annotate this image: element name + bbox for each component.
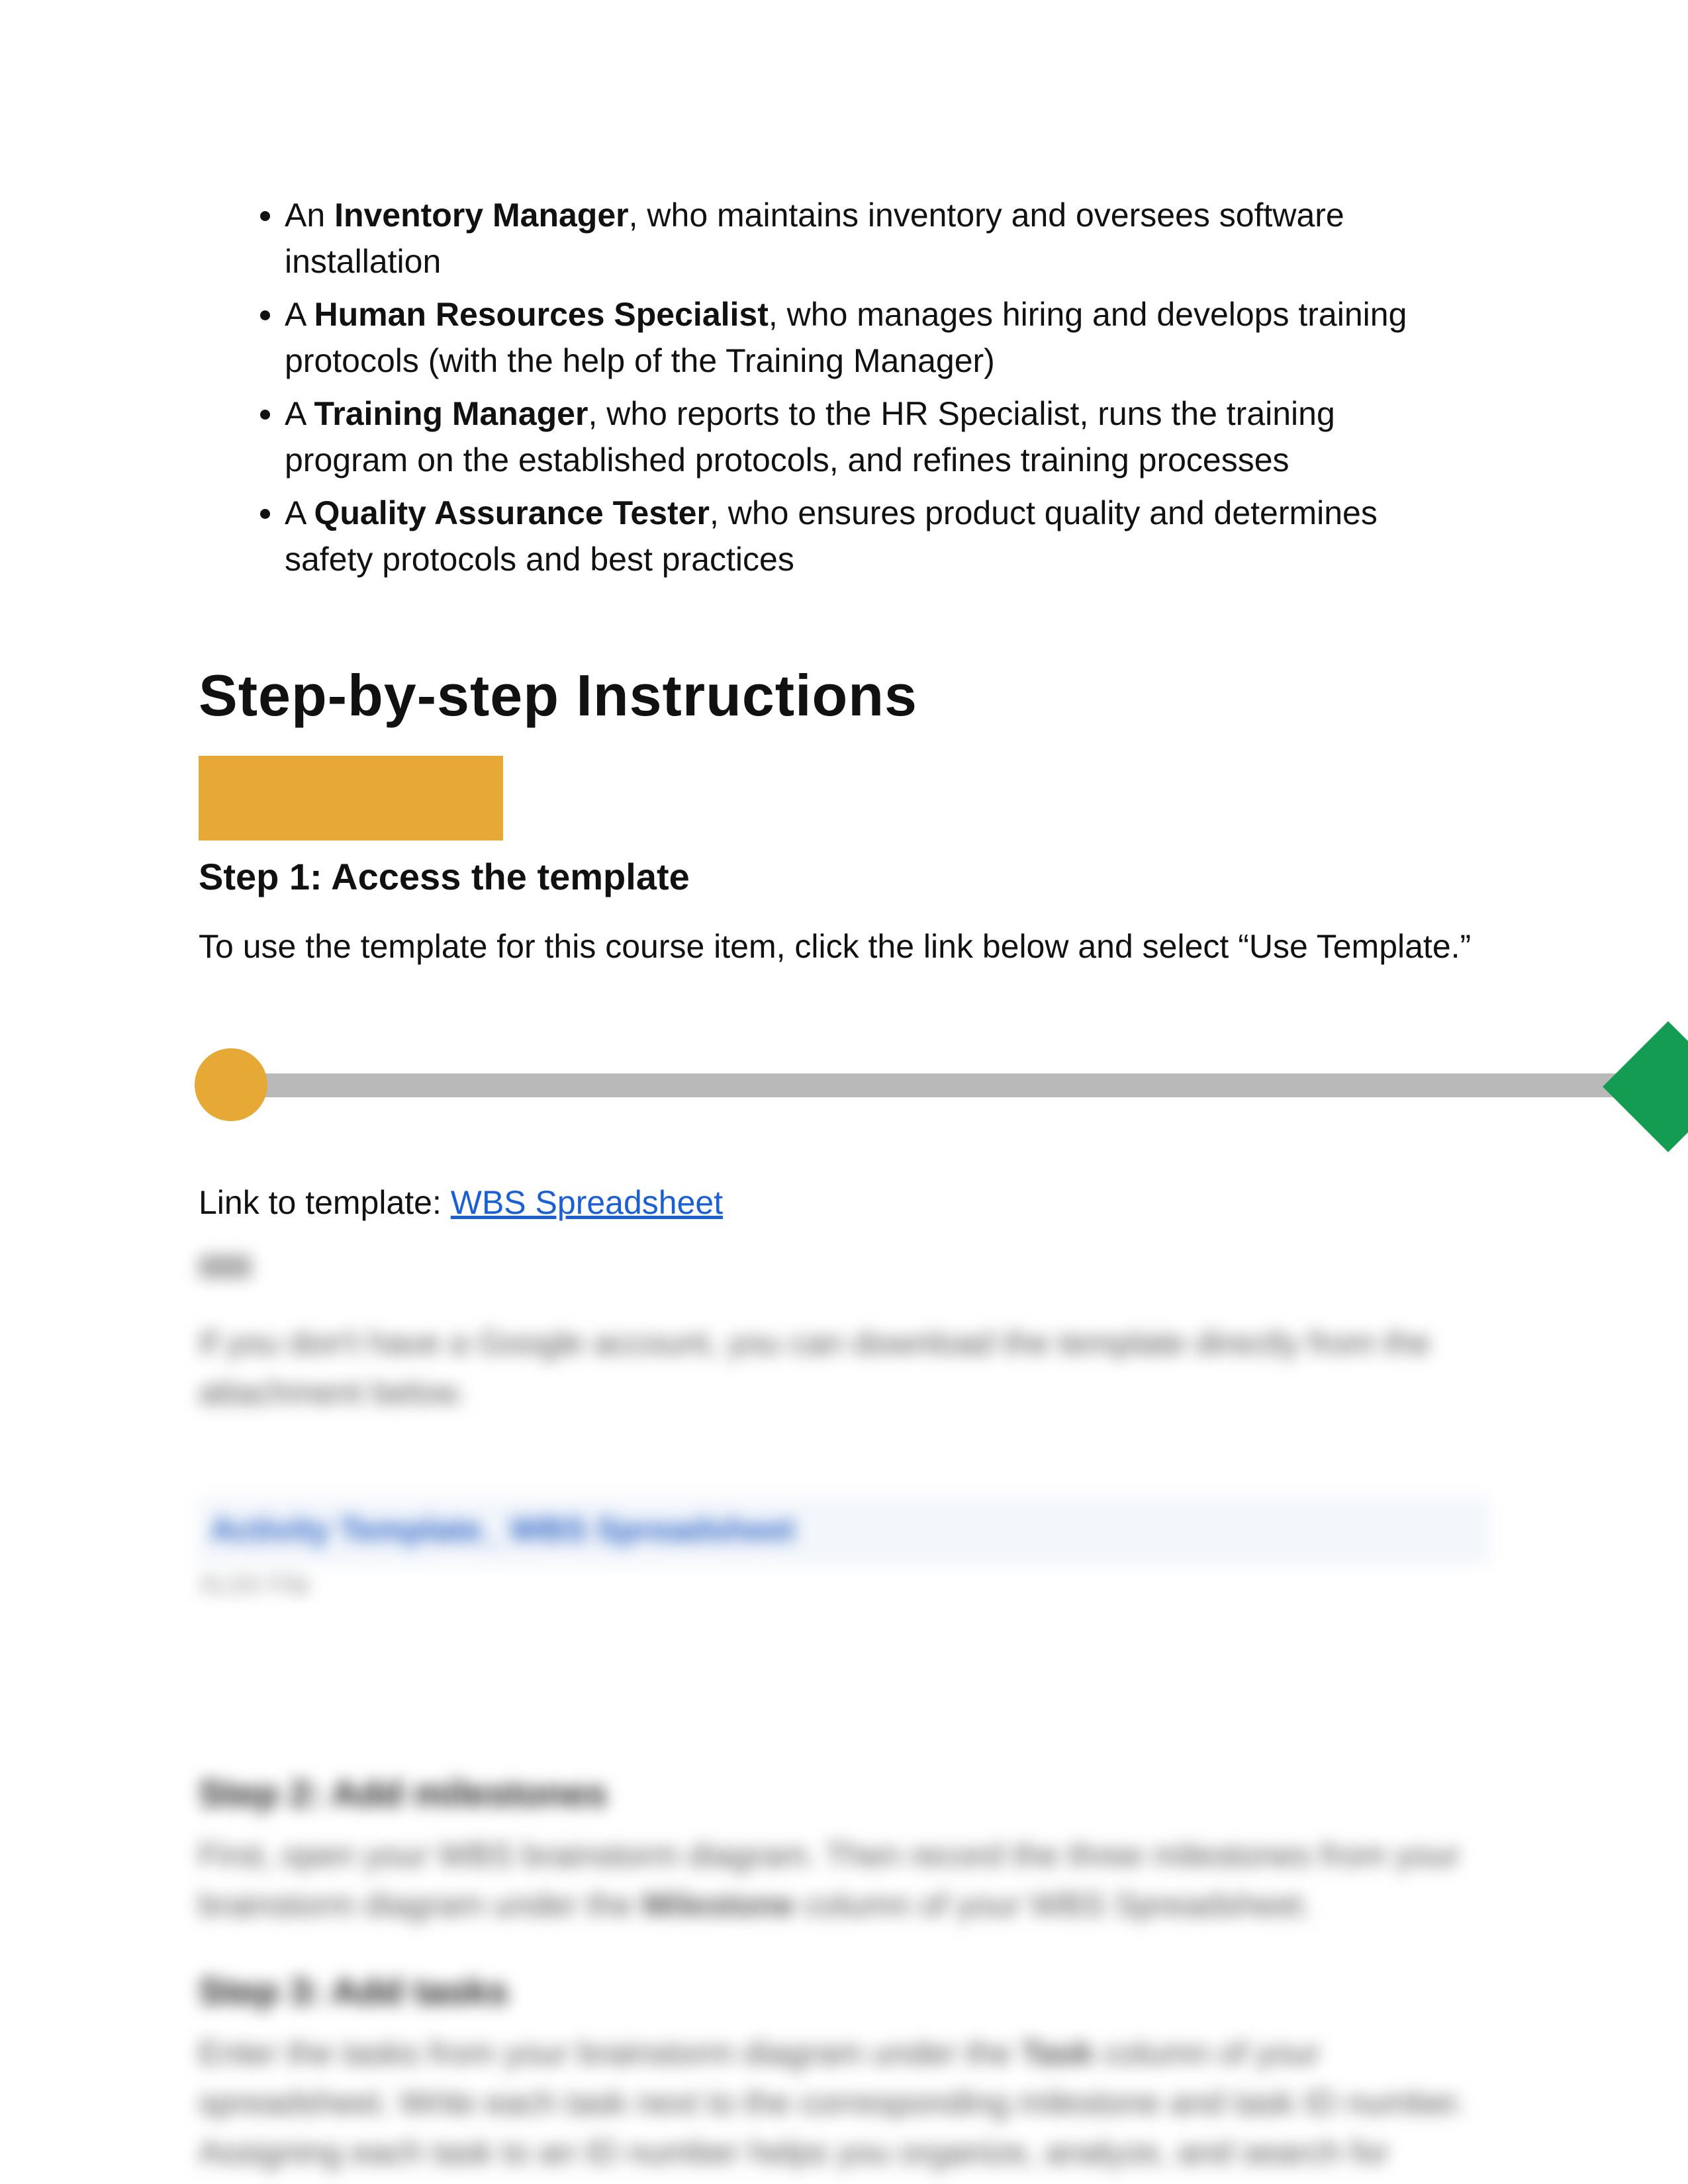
role-prefix: A (285, 296, 314, 333)
roles-list: An Inventory Manager, who maintains inve… (238, 192, 1489, 582)
role-prefix: A (285, 395, 314, 432)
section-heading: Step-by-step Instructions (199, 662, 1489, 729)
template-link[interactable]: WBS Spreadsheet (451, 1184, 723, 1221)
document-page: An Inventory Manager, who maintains inve… (0, 0, 1688, 2184)
separator-graphic (199, 1044, 1489, 1124)
circle-icon (195, 1048, 267, 1121)
diamond-icon (1603, 1021, 1688, 1152)
blurred-preview-region: If you don't have a Google account, you … (199, 1255, 1489, 2177)
step1-heading: Step 1: Access the template (199, 855, 1489, 898)
step3-body-a: Enter the tasks from your brainstorm dia… (199, 2034, 1021, 2071)
role-title: Training Manager (314, 395, 588, 432)
step2-heading: Step 2: Add milestones (199, 1772, 1489, 1815)
list-item: A Human Resources Specialist, who manage… (285, 291, 1489, 384)
step3-heading: Step 3: Add tasks (199, 1970, 1489, 2013)
download-link[interactable]: Activity Template_ WBS Spreadsheet (211, 1511, 795, 1548)
or-chip (199, 1255, 252, 1279)
step3-bold: Task (1021, 2034, 1094, 2071)
role-prefix: An (285, 197, 334, 234)
blurred-paragraph: If you don't have a Google account, you … (199, 1318, 1489, 1418)
list-item: An Inventory Manager, who maintains inve… (285, 192, 1489, 285)
step2-body: First, open your WBS brainstorm diagram.… (199, 1831, 1489, 1930)
role-title: Quality Assurance Tester (314, 494, 709, 531)
role-title: Inventory Manager (334, 197, 629, 234)
download-subtext: XLSX File (199, 1571, 1489, 1600)
decorative-highlight-block (199, 756, 503, 841)
step2-body-b: column of your WBS Spreadsheet. (794, 1886, 1311, 1923)
template-link-line: Link to template: WBS Spreadsheet (199, 1183, 1489, 1222)
separator-bar (199, 1073, 1688, 1097)
step2-bold: Milestone (642, 1886, 795, 1923)
step1-body: To use the template for this course item… (199, 922, 1489, 972)
role-title: Human Resources Specialist (314, 296, 768, 333)
list-item: A Training Manager, who reports to the H… (285, 390, 1489, 483)
role-prefix: A (285, 494, 314, 531)
step3-body: Enter the tasks from your brainstorm dia… (199, 2028, 1489, 2177)
link-prefix: Link to template: (199, 1184, 451, 1221)
list-item: A Quality Assurance Tester, who ensures … (285, 490, 1489, 582)
download-row: Activity Template_ WBS Spreadsheet (199, 1497, 1489, 1565)
